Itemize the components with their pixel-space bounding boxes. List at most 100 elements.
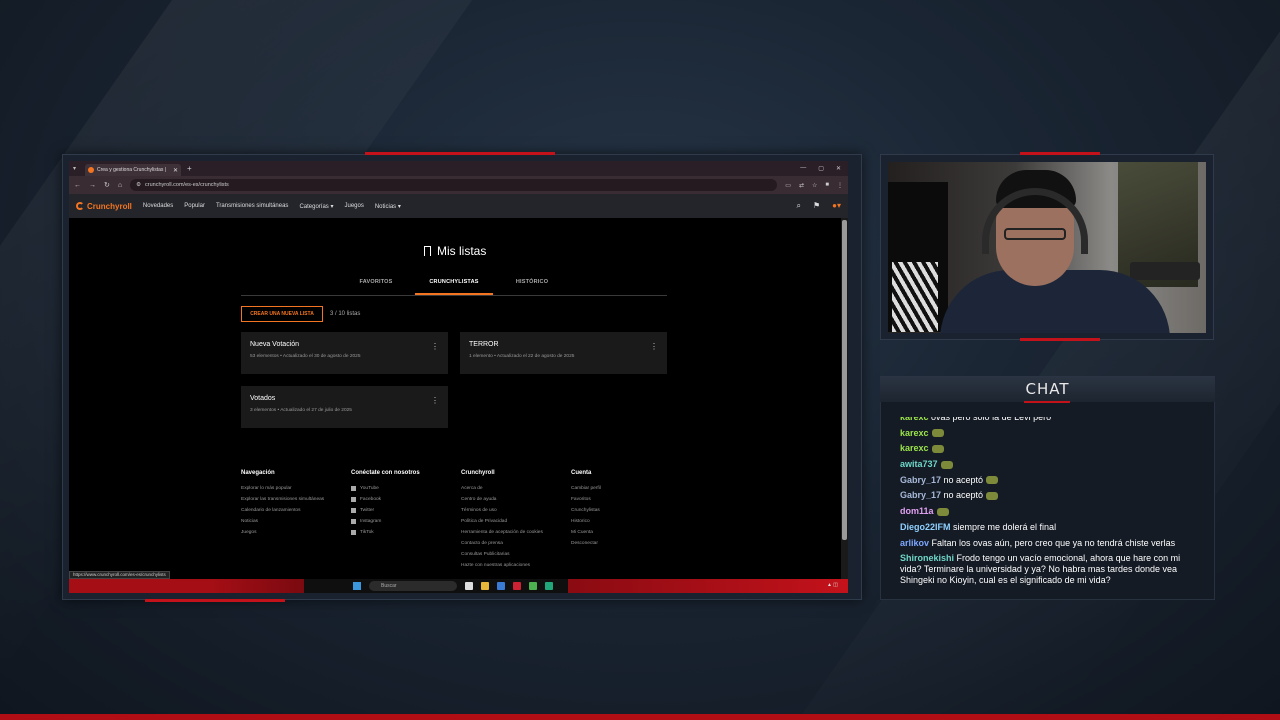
site-info-icon[interactable]: ⚙ <box>136 182 141 188</box>
status-url: https://www.crunchyroll.com/es-es/crunch… <box>69 571 170 579</box>
tab-historico[interactable]: HISTÓRICO <box>493 273 571 295</box>
footer-link[interactable]: Política de Privacidad <box>461 519 571 524</box>
footer-link[interactable]: Desconectar <box>571 541 681 546</box>
home-icon[interactable]: ⌂ <box>118 182 122 189</box>
system-tray[interactable]: ▲ ◫ <box>827 582 838 588</box>
scrollbar-thumb[interactable] <box>842 220 847 540</box>
close-window-icon[interactable]: ✕ <box>836 165 841 172</box>
nav-novedades[interactable]: Novedades <box>143 203 173 209</box>
tab-favoritos[interactable]: FAVORITOS <box>337 273 415 295</box>
emote-icon <box>936 507 949 516</box>
footer-link[interactable]: Explorar las transmisiones simultáneas <box>241 497 351 502</box>
chat-username[interactable]: Shironekishi <box>900 553 954 563</box>
tab-title: Crea y gestiona Crunchylistas | <box>97 167 167 173</box>
page-header: Mis listas <box>424 244 486 258</box>
footer-link[interactable]: Centro de ayuda <box>461 497 571 502</box>
task-view-icon[interactable] <box>465 582 473 590</box>
footer-link[interactable]: Crunchylistas <box>571 508 681 513</box>
opera-icon[interactable] <box>513 582 521 590</box>
chrome-icon[interactable] <box>529 582 537 590</box>
window-controls: — ▢ ✕ <box>800 165 848 172</box>
footer-link-instagram[interactable]: Instagram <box>351 519 461 524</box>
list-card[interactable]: TERROR 1 elemento • Actualizado el 22 de… <box>460 332 667 374</box>
footer-link-tiktok[interactable]: TikTok <box>351 530 461 535</box>
bookmark-star-icon[interactable]: ☆ <box>812 182 817 189</box>
footer-link[interactable]: Noticias <box>241 519 351 524</box>
chat-username[interactable]: arlikov <box>900 538 929 548</box>
avatar[interactable]: ●▾ <box>832 201 841 211</box>
translate-icon[interactable]: ⇄ <box>799 182 804 189</box>
chat-username[interactable]: Gabry_17 <box>900 475 941 485</box>
footer-link-label: Instagram <box>360 519 382 524</box>
close-tab-icon[interactable]: ✕ <box>173 167 178 174</box>
create-list-button[interactable]: CREAR UNA NUEVA LISTA <box>241 306 323 322</box>
crunchyroll-logo[interactable]: Crunchyroll <box>76 202 132 211</box>
footer-link[interactable]: Calendario de lanzamientos <box>241 508 351 513</box>
footer-link[interactable]: Mi Cuenta <box>571 530 681 535</box>
tab-search-icon[interactable]: ▾ <box>73 165 81 173</box>
x-twitter-icon <box>351 508 356 513</box>
crunchyroll-page: Mis listas FAVORITOS CRUNCHYLISTAS HISTÓ… <box>69 218 841 593</box>
file-explorer-icon[interactable] <box>481 582 489 590</box>
chat-text: Faltan los ovas aún, pero creo que ya no… <box>929 537 1176 548</box>
nav-noticias[interactable]: Noticias ▾ <box>375 203 401 210</box>
footer-link[interactable]: Contacto de prensa <box>461 541 571 546</box>
footer-link[interactable]: Hazte con nuestras aplicaciones <box>461 563 571 568</box>
nav-juegos[interactable]: Juegos <box>344 203 363 209</box>
emote-icon <box>931 445 944 453</box>
menu-dots-icon[interactable]: ⋮ <box>837 182 843 189</box>
back-icon[interactable]: ← <box>74 182 81 189</box>
chat-username[interactable]: karexc <box>900 428 929 438</box>
footer-link[interactable]: Cambiar perfil <box>571 486 681 491</box>
more-options-icon[interactable]: ⋮ <box>431 342 439 351</box>
bookmark-icon[interactable]: ⚑ <box>813 201 820 211</box>
taskbar-search-input[interactable]: Buscar <box>369 581 457 591</box>
new-tab-icon[interactable]: + <box>187 164 192 173</box>
browser-tab[interactable]: Crea y gestiona Crunchylistas | ✕ <box>85 164 181 176</box>
more-options-icon[interactable]: ⋮ <box>431 396 439 405</box>
footer-heading: Conéctate con nosotros <box>351 470 420 476</box>
frame-accent <box>1020 152 1100 155</box>
minimize-icon[interactable]: — <box>800 165 806 172</box>
chat-message: awita737 <box>900 459 1200 470</box>
chevron-down-icon: ▾ <box>330 203 334 210</box>
browser-window: ▾ Crea y gestiona Crunchylistas | ✕ + — … <box>69 161 848 593</box>
nav-categorias[interactable]: Categorías ▾ <box>299 203 333 210</box>
chat-message: Diego22IFM siempre me dolerá el final <box>900 522 1200 533</box>
footer-link[interactable]: Términos de uso <box>461 508 571 513</box>
reload-icon[interactable]: ↻ <box>104 181 110 189</box>
chat-username[interactable]: karexc <box>900 443 929 453</box>
address-bar[interactable]: ⚙ crunchyroll.com/es-es/crunchylists <box>130 179 778 191</box>
chat-username[interactable]: Gabry_17 <box>900 490 941 500</box>
footer-link-youtube[interactable]: YouTube <box>351 486 461 491</box>
more-options-icon[interactable]: ⋮ <box>650 342 658 351</box>
footer-link[interactable]: Herramienta de aceptación de cookies <box>461 530 571 535</box>
footer-link[interactable]: Explorar lo más popular <box>241 486 351 491</box>
list-card[interactable]: Votados 3 elementos • Actualizado el 27 … <box>241 386 448 428</box>
footer-link-facebook[interactable]: Facebook <box>351 497 461 502</box>
background-stripe <box>797 0 1280 720</box>
search-icon[interactable]: ⌕ <box>796 201 800 211</box>
tab-crunchylistas[interactable]: CRUNCHYLISTAS <box>415 273 493 295</box>
footer-link[interactable]: Juegos <box>241 530 351 535</box>
extension-icon[interactable]: ■ <box>825 182 829 189</box>
chat-username[interactable]: Diego22IFM <box>900 522 951 532</box>
edge-icon[interactable] <box>497 582 505 590</box>
cast-icon[interactable]: ▭ <box>785 182 791 189</box>
app-icon[interactable] <box>545 582 553 590</box>
maximize-icon[interactable]: ▢ <box>818 165 824 172</box>
chat-username[interactable]: dom11a <box>900 506 934 516</box>
chat-username[interactable]: awita737 <box>900 459 938 469</box>
footer-link[interactable]: Consultas Publicitarias <box>461 552 571 557</box>
footer-link[interactable]: Favoritos <box>571 497 681 502</box>
footer-link-twitter[interactable]: Twitter <box>351 508 461 513</box>
forward-icon[interactable]: → <box>89 182 96 189</box>
list-card[interactable]: Nueva Votación 53 elementos • Actualizad… <box>241 332 448 374</box>
nav-simulcast[interactable]: Transmisiones simultáneas <box>216 203 288 209</box>
page-scrollbar[interactable] <box>841 218 848 580</box>
chat-username[interactable]: karexc <box>900 417 929 422</box>
nav-popular[interactable]: Popular <box>184 203 205 209</box>
footer-link[interactable]: Acerca de <box>461 486 571 491</box>
footer-link[interactable]: Historico <box>571 519 681 524</box>
windows-start-icon[interactable] <box>353 582 361 590</box>
